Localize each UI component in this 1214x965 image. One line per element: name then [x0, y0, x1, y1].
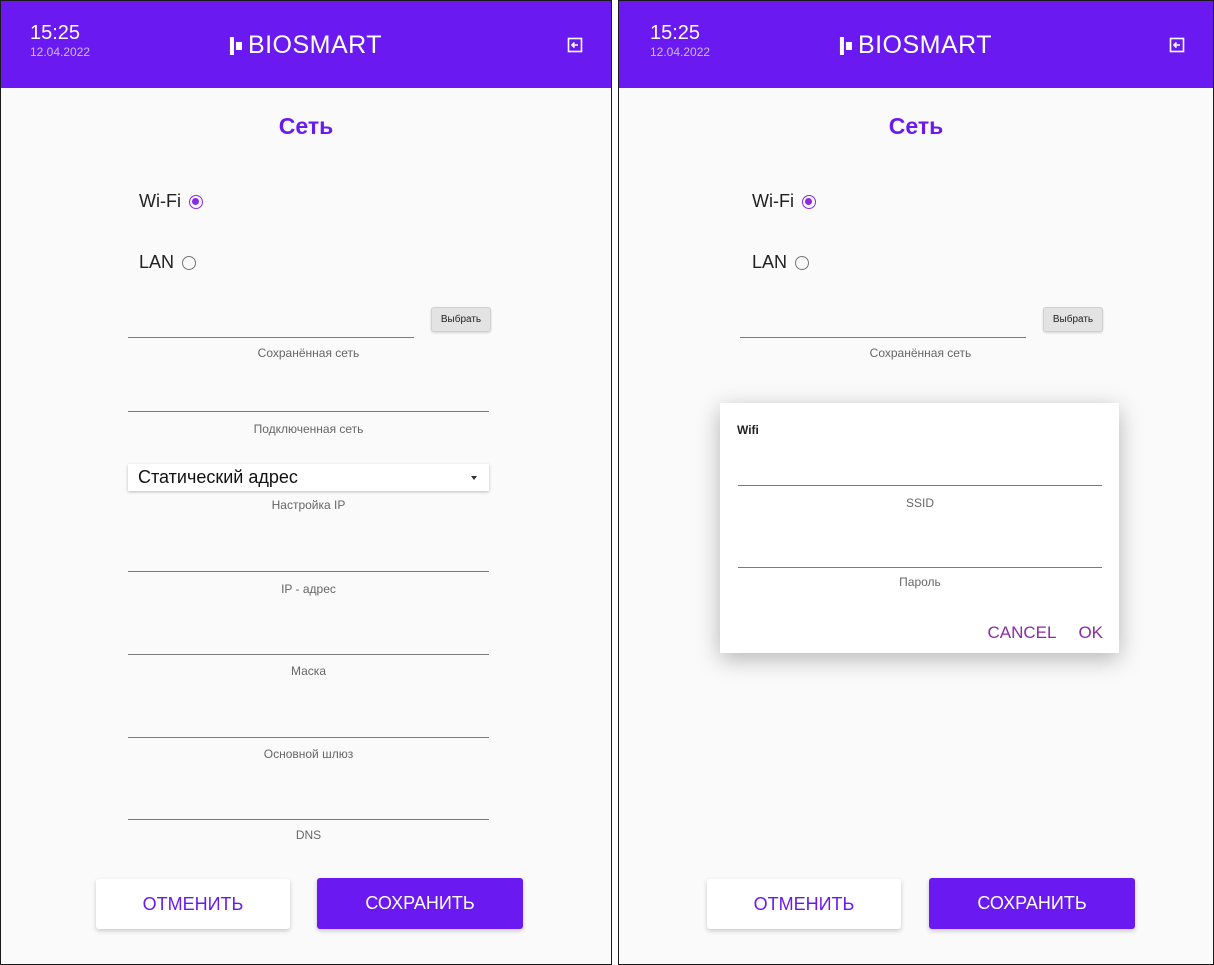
radio-wifi-label: Wi-Fi — [752, 191, 794, 211]
ip-setup-select[interactable]: Статический адрес — [128, 464, 489, 491]
app-header: 15:25 12.04.2022 BIOSMART — [1, 1, 611, 88]
biosmart-logo: BIOSMART — [839, 31, 993, 60]
radio-lan[interactable]: LAN — [752, 252, 810, 273]
dialog-cancel-button[interactable]: CANCEL — [987, 623, 1056, 643]
connected-network-input[interactable] — [128, 411, 489, 412]
cancel-button[interactable]: ОТМЕНИТЬ — [96, 879, 290, 929]
radio-wifi[interactable]: Wi-Fi — [752, 191, 816, 212]
radio-checked-icon[interactable] — [801, 194, 816, 209]
save-button[interactable]: СОХРАНИТЬ — [929, 878, 1135, 929]
clock-time: 15:25 — [650, 22, 701, 44]
dns-caption: DNS — [295, 828, 322, 842]
network-settings-screen: 15:25 12.04.2022 BIOSMART Сеть Wi-Fi LAN… — [0, 0, 612, 965]
wifi-dialog-actions: CANCEL OK — [987, 623, 1103, 643]
exit-icon[interactable] — [1169, 37, 1185, 53]
ssid-caption: SSID — [905, 496, 934, 510]
radio-wifi-label: Wi-Fi — [139, 191, 181, 211]
ip-address-input[interactable] — [128, 571, 489, 572]
gateway-caption: Основной шлюз — [263, 747, 354, 761]
dialog-ok-button[interactable]: OK — [1078, 623, 1103, 643]
mask-caption: Маска — [291, 664, 326, 678]
cancel-button[interactable]: ОТМЕНИТЬ — [707, 879, 901, 929]
saved-network-caption: Сохранённая сеть — [257, 346, 360, 360]
radio-unchecked-icon[interactable] — [795, 255, 810, 270]
wifi-dialog: Wifi SSID Пароль CANCEL OK — [720, 403, 1119, 653]
clock-date: 12.04.2022 — [650, 45, 711, 59]
choose-network-button[interactable]: Выбрать — [1043, 307, 1103, 332]
ip-setup-caption: Настройка IP — [271, 498, 346, 512]
ip-address-caption: IP - адрес — [281, 582, 336, 596]
radio-lan[interactable]: LAN — [139, 252, 197, 273]
radio-lan-label: LAN — [139, 252, 175, 272]
ssid-input[interactable] — [738, 485, 1102, 486]
caret-down-icon — [471, 476, 477, 480]
connected-network-caption: Подключенная сеть — [253, 422, 364, 436]
clock-date: 12.04.2022 — [30, 45, 91, 59]
radio-checked-icon[interactable] — [188, 194, 203, 209]
ip-setup-value: Статический адрес — [138, 467, 298, 487]
logo-mark-icon — [839, 36, 852, 55]
choose-network-button[interactable]: Выбрать — [431, 307, 491, 332]
radio-unchecked-icon[interactable] — [182, 255, 197, 270]
dns-input[interactable] — [128, 819, 489, 820]
password-caption: Пароль — [899, 575, 941, 589]
saved-network-caption: Сохранённая сеть — [869, 346, 972, 360]
page-title: Сеть — [888, 113, 944, 139]
saved-network-input[interactable] — [128, 337, 414, 338]
biosmart-logo: BIOSMART — [229, 31, 383, 60]
radio-lan-label: LAN — [752, 252, 788, 272]
clock-time: 15:25 — [30, 22, 81, 44]
logo-text: BIOSMART — [857, 31, 993, 59]
logo-text: BIOSMART — [247, 31, 383, 59]
exit-icon[interactable] — [567, 37, 583, 53]
logo-mark-icon — [229, 36, 242, 55]
save-button[interactable]: СОХРАНИТЬ — [317, 878, 523, 929]
password-input[interactable] — [738, 567, 1102, 568]
mask-input[interactable] — [128, 654, 489, 655]
radio-wifi[interactable]: Wi-Fi — [139, 191, 203, 212]
page-title: Сеть — [278, 113, 334, 139]
network-settings-screen-with-dialog: 15:25 12.04.2022 BIOSMART Сеть Wi-Fi LAN… — [618, 0, 1214, 965]
gateway-input[interactable] — [128, 737, 489, 738]
app-header: 15:25 12.04.2022 BIOSMART — [619, 1, 1213, 88]
clock: 15:25 12.04.2022 — [30, 22, 90, 59]
clock: 15:25 12.04.2022 — [650, 22, 710, 59]
wifi-dialog-title: Wifi — [737, 423, 759, 437]
saved-network-input[interactable] — [740, 337, 1026, 338]
